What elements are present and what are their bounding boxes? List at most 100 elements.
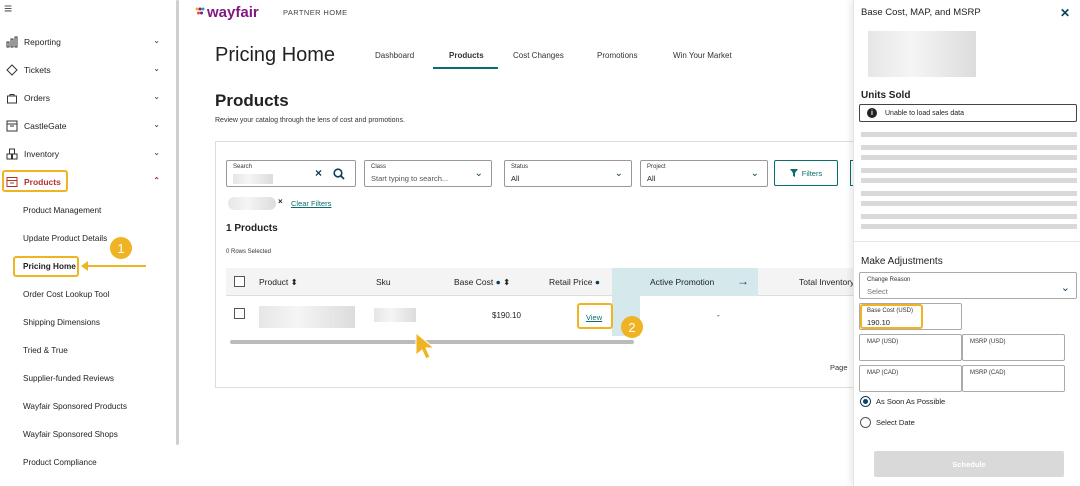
chevron-down-icon: ⌄ <box>153 148 160 157</box>
class-select[interactable]: Class Start typing to search... ⌄ <box>364 160 492 187</box>
sidebar-item-label: Reporting <box>24 37 61 47</box>
section-title: Products <box>215 91 289 110</box>
tab-promotions[interactable]: Promotions <box>597 51 637 60</box>
boxes-icon <box>5 147 19 161</box>
sidebar-item-label: Orders <box>24 93 50 103</box>
schedule-button[interactable]: Schedule <box>874 451 1064 477</box>
msrp-cad-field[interactable]: MSRP (CAD) <box>962 365 1065 392</box>
info-icon: i <box>867 108 877 118</box>
sidebar-subitem-sponsored-products[interactable]: Wayfair Sponsored Products <box>23 402 127 411</box>
rows-selected: 0 Rows Selected <box>226 249 272 255</box>
status-select[interactable]: Status All ⌄ <box>504 160 632 187</box>
project-select[interactable]: Project All ⌄ <box>640 160 768 187</box>
sales-alert: i Unable to load sales data <box>859 104 1077 122</box>
highlight-base-cost <box>860 304 923 329</box>
col-total-inventory: Total Inventory <box>799 277 855 287</box>
col-base-cost[interactable]: Base Cost ● ⬍ <box>454 277 510 288</box>
make-adjustments-heading: Make Adjustments <box>861 256 943 267</box>
chevron-down-icon: ⌄ <box>153 36 160 45</box>
class-label: Class <box>371 164 387 170</box>
change-reason-select[interactable]: Change Reason Select ⌄ <box>859 272 1077 299</box>
skeleton-line <box>861 132 1077 137</box>
project-label: Project <box>647 164 666 170</box>
skeleton-line <box>861 201 1077 206</box>
col-retail-price: Retail Price ● <box>549 277 600 287</box>
filter-chip <box>228 197 276 210</box>
tab-cost-changes[interactable]: Cost Changes <box>513 51 564 60</box>
radio-select-date-label: Select Date <box>876 418 915 427</box>
col-retail-price-label: Retail Price <box>549 277 593 287</box>
pagination-label: Page <box>830 363 848 372</box>
arrow-icon <box>81 261 146 271</box>
msrp-usd-field[interactable]: MSRP (USD) <box>962 334 1065 361</box>
col-sku: Sku <box>376 277 391 287</box>
row-checkbox[interactable] <box>234 308 245 319</box>
radio-asap-label: As Soon As Possible <box>876 397 946 406</box>
status-value: All <box>511 174 520 183</box>
radio-asap[interactable] <box>860 396 871 407</box>
pricing-side-panel: Base Cost, MAP, and MSRP ✕ Units Sold i … <box>853 0 1080 486</box>
sidebar-subitem-order-cost-lookup[interactable]: Order Cost Lookup Tool <box>23 290 109 299</box>
sidebar-subitem-sponsored-shops[interactable]: Wayfair Sponsored Shops <box>23 430 118 439</box>
table-row: $190.10 - <box>226 296 856 336</box>
units-sold-heading: Units Sold <box>861 90 911 101</box>
chevron-down-icon: ⌄ <box>153 64 160 73</box>
col-product[interactable]: Product ⬍ <box>259 277 298 288</box>
sidebar-item-label: Inventory <box>24 149 59 159</box>
cursor-pointer-icon <box>415 331 436 360</box>
close-icon[interactable]: ✕ <box>1060 6 1070 20</box>
page-title: Pricing Home <box>215 44 336 66</box>
remove-chip-icon[interactable]: × <box>278 197 283 206</box>
sidebar-subitem-supplier-funded-reviews[interactable]: Supplier-funded Reviews <box>23 374 114 383</box>
tab-products[interactable]: Products <box>449 51 484 60</box>
chevron-down-icon: ⌄ <box>1060 282 1070 294</box>
sidebar-subitem-tried-true[interactable]: Tried & True <box>23 346 68 355</box>
map-usd-field[interactable]: MAP (USD) <box>859 334 962 361</box>
menu-icon[interactable]: ≡ <box>4 0 12 16</box>
sidebar-item-tickets[interactable]: Tickets ⌄ <box>0 60 172 80</box>
skeleton-line <box>861 145 1077 150</box>
sidebar-subitem-update-product-details[interactable]: Update Product Details <box>23 234 107 243</box>
sidebar-item-inventory[interactable]: Inventory ⌄ <box>0 144 172 164</box>
sidebar-scrollbar[interactable] <box>176 0 179 445</box>
highlight-view <box>577 303 613 329</box>
sidebar-item-orders[interactable]: Orders ⌄ <box>0 88 172 108</box>
project-value: All <box>647 174 656 183</box>
chevron-down-icon: ⌄ <box>614 168 623 179</box>
active-tab-indicator <box>433 67 498 69</box>
skeleton-line <box>861 168 1077 173</box>
change-reason-value: Select <box>867 287 888 296</box>
search-value-redacted <box>233 174 273 184</box>
arrow-right-icon[interactable]: → <box>737 274 749 288</box>
filters-button[interactable]: Filters <box>774 160 838 186</box>
tab-dashboard[interactable]: Dashboard <box>375 51 414 60</box>
select-all-checkbox[interactable] <box>234 276 245 287</box>
sidebar-subitem-product-management[interactable]: Product Management <box>23 206 101 215</box>
clear-search-icon[interactable]: × <box>315 166 322 180</box>
highlight-products <box>2 170 68 192</box>
sidebar-subitem-shipping-dimensions[interactable]: Shipping Dimensions <box>23 318 100 327</box>
ticket-icon <box>5 63 19 77</box>
sidebar-subitem-product-compliance[interactable]: Product Compliance <box>23 458 97 467</box>
sidebar-item-castlegate[interactable]: CastleGate ⌄ <box>0 116 172 136</box>
product-image <box>868 31 976 77</box>
sidebar-item-label: CastleGate <box>24 121 67 131</box>
tab-win-your-market[interactable]: Win Your Market <box>673 51 732 60</box>
help-icon: ● <box>495 277 501 287</box>
search-icon[interactable] <box>333 168 345 180</box>
class-placeholder: Start typing to search... <box>371 174 449 183</box>
sidebar: ≡ Reporting ⌄ Tickets ⌄ Orders ⌄ CastleG… <box>0 0 172 486</box>
col-active-promotion: Active Promotion <box>650 277 715 287</box>
map-cad-field[interactable]: MAP (CAD) <box>859 365 962 392</box>
skeleton-line <box>861 191 1077 196</box>
sort-icon: ⬍ <box>503 277 511 287</box>
products-card: Search × Class Start typing to search...… <box>215 141 856 388</box>
divider <box>854 241 1080 242</box>
search-field[interactable]: Search × <box>226 160 356 187</box>
clear-filters-link[interactable]: Clear Filters <box>291 199 331 208</box>
radio-select-date[interactable] <box>860 417 871 428</box>
sidebar-item-reporting[interactable]: Reporting ⌄ <box>0 32 172 52</box>
section-subtitle: Review your catalog through the lens of … <box>215 117 405 124</box>
warehouse-icon <box>5 119 19 133</box>
cell-active-promotion: - <box>717 311 720 320</box>
